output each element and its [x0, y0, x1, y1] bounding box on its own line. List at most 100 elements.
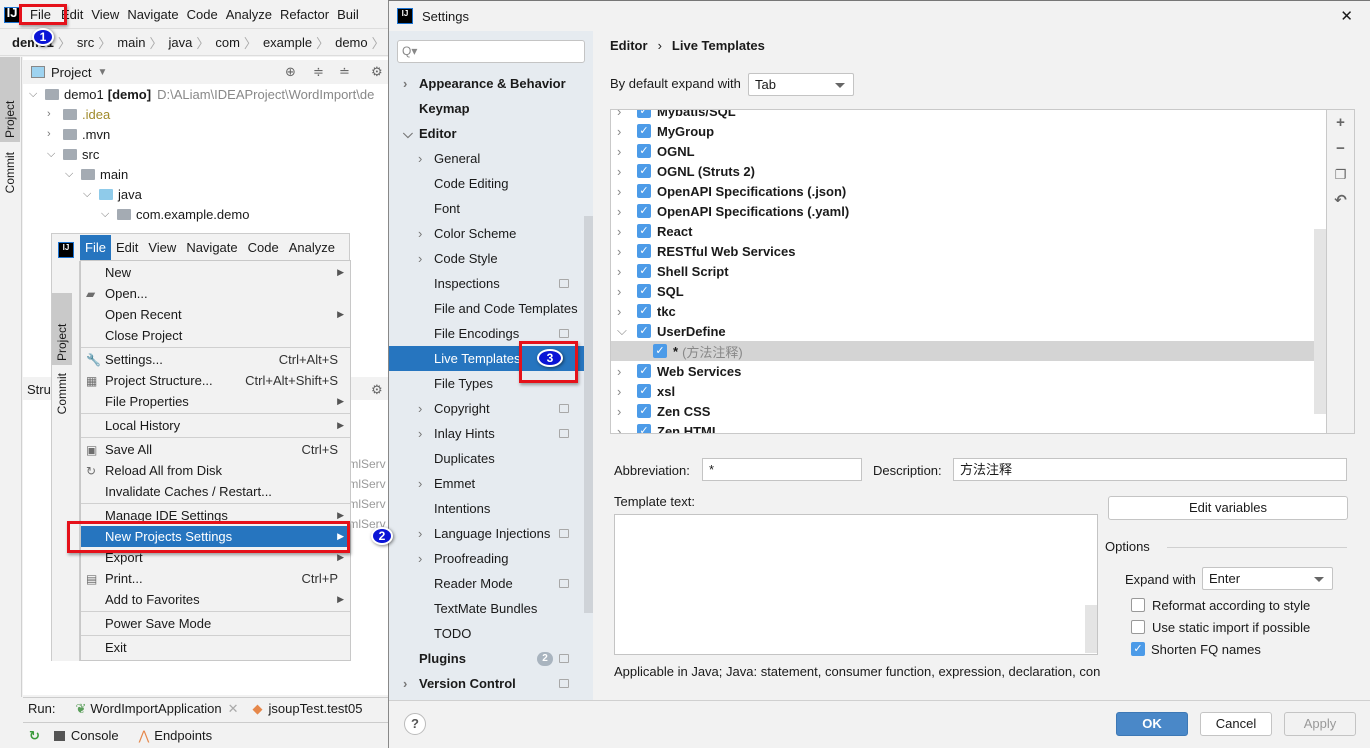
chevron-right-icon[interactable]: ›: [418, 401, 434, 416]
tree-node[interactable]: › .mvn: [47, 124, 110, 144]
tree-node[interactable]: ⌵ demo1 [demo] D:\ALiam\IDEAProject\WordIm…: [29, 84, 374, 104]
list-scrollbar[interactable]: [1314, 229, 1326, 414]
checkbox-unchecked-icon[interactable]: [1131, 598, 1145, 612]
tool-tab-commit[interactable]: Commit: [0, 148, 20, 197]
settings-nav-appearance-behavior[interactable]: › Appearance & Behavior: [389, 71, 585, 96]
chevron-right-icon[interactable]: ›: [418, 226, 434, 241]
chevron-right-icon[interactable]: ›: [418, 151, 434, 166]
settings-nav-intentions[interactable]: Intentions: [389, 496, 585, 521]
checkbox-checked-icon[interactable]: ✓: [637, 384, 651, 398]
chevron-down-icon[interactable]: ▼: [97, 67, 107, 78]
template-scrollbar[interactable]: [1085, 605, 1097, 653]
remove-icon[interactable]: −: [1327, 136, 1354, 162]
settings-nav-color-scheme[interactable]: › Color Scheme: [389, 221, 585, 246]
chevron-right-icon[interactable]: ›: [617, 404, 637, 419]
chevron-right-icon[interactable]: ›: [47, 108, 63, 120]
checkbox-checked-icon[interactable]: ✓: [637, 204, 651, 218]
run-tab-wordimport[interactable]: WordImportApplication: [90, 701, 221, 716]
expand-select[interactable]: Tab: [748, 73, 854, 96]
chevron-right-icon[interactable]: ›: [617, 384, 637, 399]
chevron-down-icon[interactable]: ⌵: [403, 126, 419, 142]
breadcrumb-item[interactable]: example: [263, 35, 312, 50]
breadcrumb-item[interactable]: src: [77, 35, 94, 50]
project-panel-title[interactable]: Project: [51, 65, 91, 80]
settings-nav-proofreading[interactable]: › Proofreading: [389, 546, 585, 571]
menu-code[interactable]: Code: [183, 7, 222, 22]
overlay-menu-edit[interactable]: Edit: [111, 240, 143, 255]
breadcrumb-item[interactable]: main: [117, 35, 145, 50]
overlay-menu-analyze[interactable]: Analyze: [284, 240, 340, 255]
menu-item-print[interactable]: ▤ Print... Ctrl+P: [81, 568, 350, 589]
checkbox-checked-icon[interactable]: ✓: [637, 124, 651, 138]
chevron-right-icon[interactable]: ›: [617, 204, 637, 219]
template-group[interactable]: › ✓ Zen HTML: [611, 421, 1316, 433]
breadcrumb-item[interactable]: com: [215, 35, 240, 50]
settings-nav-file-and-code-templates[interactable]: File and Code Templates: [389, 296, 585, 321]
apply-button[interactable]: Apply: [1284, 712, 1356, 736]
breadcrumb-item[interactable]: java: [168, 35, 192, 50]
edit-variables-button[interactable]: Edit variables: [1108, 496, 1348, 520]
menu-item-project-structure[interactable]: ▦ Project Structure... Ctrl+Alt+Shift+S: [81, 370, 350, 391]
option-reformat-according-to-style[interactable]: Reformat according to style: [1131, 595, 1310, 615]
template-group[interactable]: › ✓ OpenAPI Specifications (.yaml): [611, 201, 1316, 221]
checkbox-checked-icon[interactable]: ✓: [637, 110, 651, 118]
template-group[interactable]: › ✓ OpenAPI Specifications (.json): [611, 181, 1316, 201]
help-button[interactable]: ?: [404, 713, 426, 735]
chevron-right-icon[interactable]: ›: [418, 526, 434, 541]
tool-tab-project[interactable]: Project: [52, 293, 72, 365]
collapse-all-icon[interactable]: ≐: [339, 64, 350, 80]
breadcrumb-editor[interactable]: Editor: [610, 38, 648, 53]
settings-nav-plugins[interactable]: Plugins 2: [389, 646, 585, 671]
overlay-menu-code[interactable]: Code: [243, 240, 284, 255]
template-group[interactable]: › ✓ Shell Script: [611, 261, 1316, 281]
chevron-right-icon[interactable]: ›: [617, 224, 637, 239]
locate-icon[interactable]: ⊕: [285, 64, 296, 80]
settings-nav-general[interactable]: › General: [389, 146, 585, 171]
run-tab-jsouptest[interactable]: jsoupTest.test05: [269, 701, 363, 716]
gear-icon[interactable]: ⚙: [371, 380, 383, 400]
expand-with-select[interactable]: Enter: [1202, 567, 1333, 590]
chevron-right-icon[interactable]: ›: [617, 124, 637, 139]
menu-item-close-project[interactable]: Close Project: [81, 325, 350, 346]
tree-node[interactable]: ⌵ com.example.demo: [101, 204, 249, 224]
chevron-right-icon[interactable]: ›: [617, 244, 637, 259]
checkbox-checked-icon[interactable]: ✓: [637, 244, 651, 258]
chevron-right-icon[interactable]: ›: [617, 144, 637, 159]
template-group[interactable]: › ✓ MyGroup: [611, 121, 1316, 141]
add-icon[interactable]: +: [1327, 110, 1354, 136]
menu-item-invalidate-caches-restart[interactable]: Invalidate Caches / Restart...: [81, 481, 350, 502]
chevron-down-icon[interactable]: ⌵: [83, 188, 99, 201]
gear-icon[interactable]: ⚙: [371, 64, 383, 80]
overlay-menu-navigate[interactable]: Navigate: [181, 240, 242, 255]
settings-nav-inspections[interactable]: Inspections: [389, 271, 585, 296]
template-group[interactable]: › ✓ Zen CSS: [611, 401, 1316, 421]
applicable-contexts[interactable]: Applicable in Java; Java: statement, con…: [614, 664, 1100, 679]
settings-nav-emmet[interactable]: › Emmet: [389, 471, 585, 496]
template-group[interactable]: ⌵ ✓ UserDefine: [611, 321, 1316, 341]
template-group[interactable]: › ✓ RESTful Web Services: [611, 241, 1316, 261]
chevron-down-icon[interactable]: ⌵: [617, 323, 637, 339]
checkbox-checked-icon[interactable]: ✓: [637, 164, 651, 178]
settings-search-input[interactable]: Q▾: [397, 40, 585, 63]
menu-item-open-recent[interactable]: Open Recent ▶: [81, 304, 350, 325]
chevron-right-icon[interactable]: ›: [418, 251, 434, 266]
settings-nav-textmate-bundles[interactable]: TextMate Bundles: [389, 596, 585, 621]
option-shorten-fq-names[interactable]: ✓ Shorten FQ names: [1131, 639, 1261, 659]
abbreviation-input[interactable]: *: [702, 458, 862, 481]
chevron-right-icon[interactable]: ›: [418, 426, 434, 441]
settings-nav-code-editing[interactable]: Code Editing: [389, 171, 585, 196]
tree-node[interactable]: ⌵ src: [47, 144, 99, 164]
menu-analyze[interactable]: Analyze: [222, 7, 276, 22]
settings-nav-duplicates[interactable]: Duplicates: [389, 446, 585, 471]
tab-endpoints[interactable]: Endpoints: [154, 728, 212, 743]
checkbox-checked-icon[interactable]: ✓: [637, 144, 651, 158]
tree-node[interactable]: ⌵ java: [83, 184, 142, 204]
chevron-down-icon[interactable]: ⌵: [101, 208, 117, 221]
chevron-down-icon[interactable]: ⌵: [47, 148, 63, 161]
checkbox-checked-icon[interactable]: ✓: [637, 324, 651, 338]
menu-item-save-all[interactable]: ▣ Save All Ctrl+S: [81, 439, 350, 460]
menu-item-power-save-mode[interactable]: Power Save Mode: [81, 613, 350, 634]
template-group[interactable]: › ✓ React: [611, 221, 1316, 241]
checkbox-checked-icon[interactable]: ✓: [637, 304, 651, 318]
menu-item-settings[interactable]: 🔧 Settings... Ctrl+Alt+S: [81, 349, 350, 370]
